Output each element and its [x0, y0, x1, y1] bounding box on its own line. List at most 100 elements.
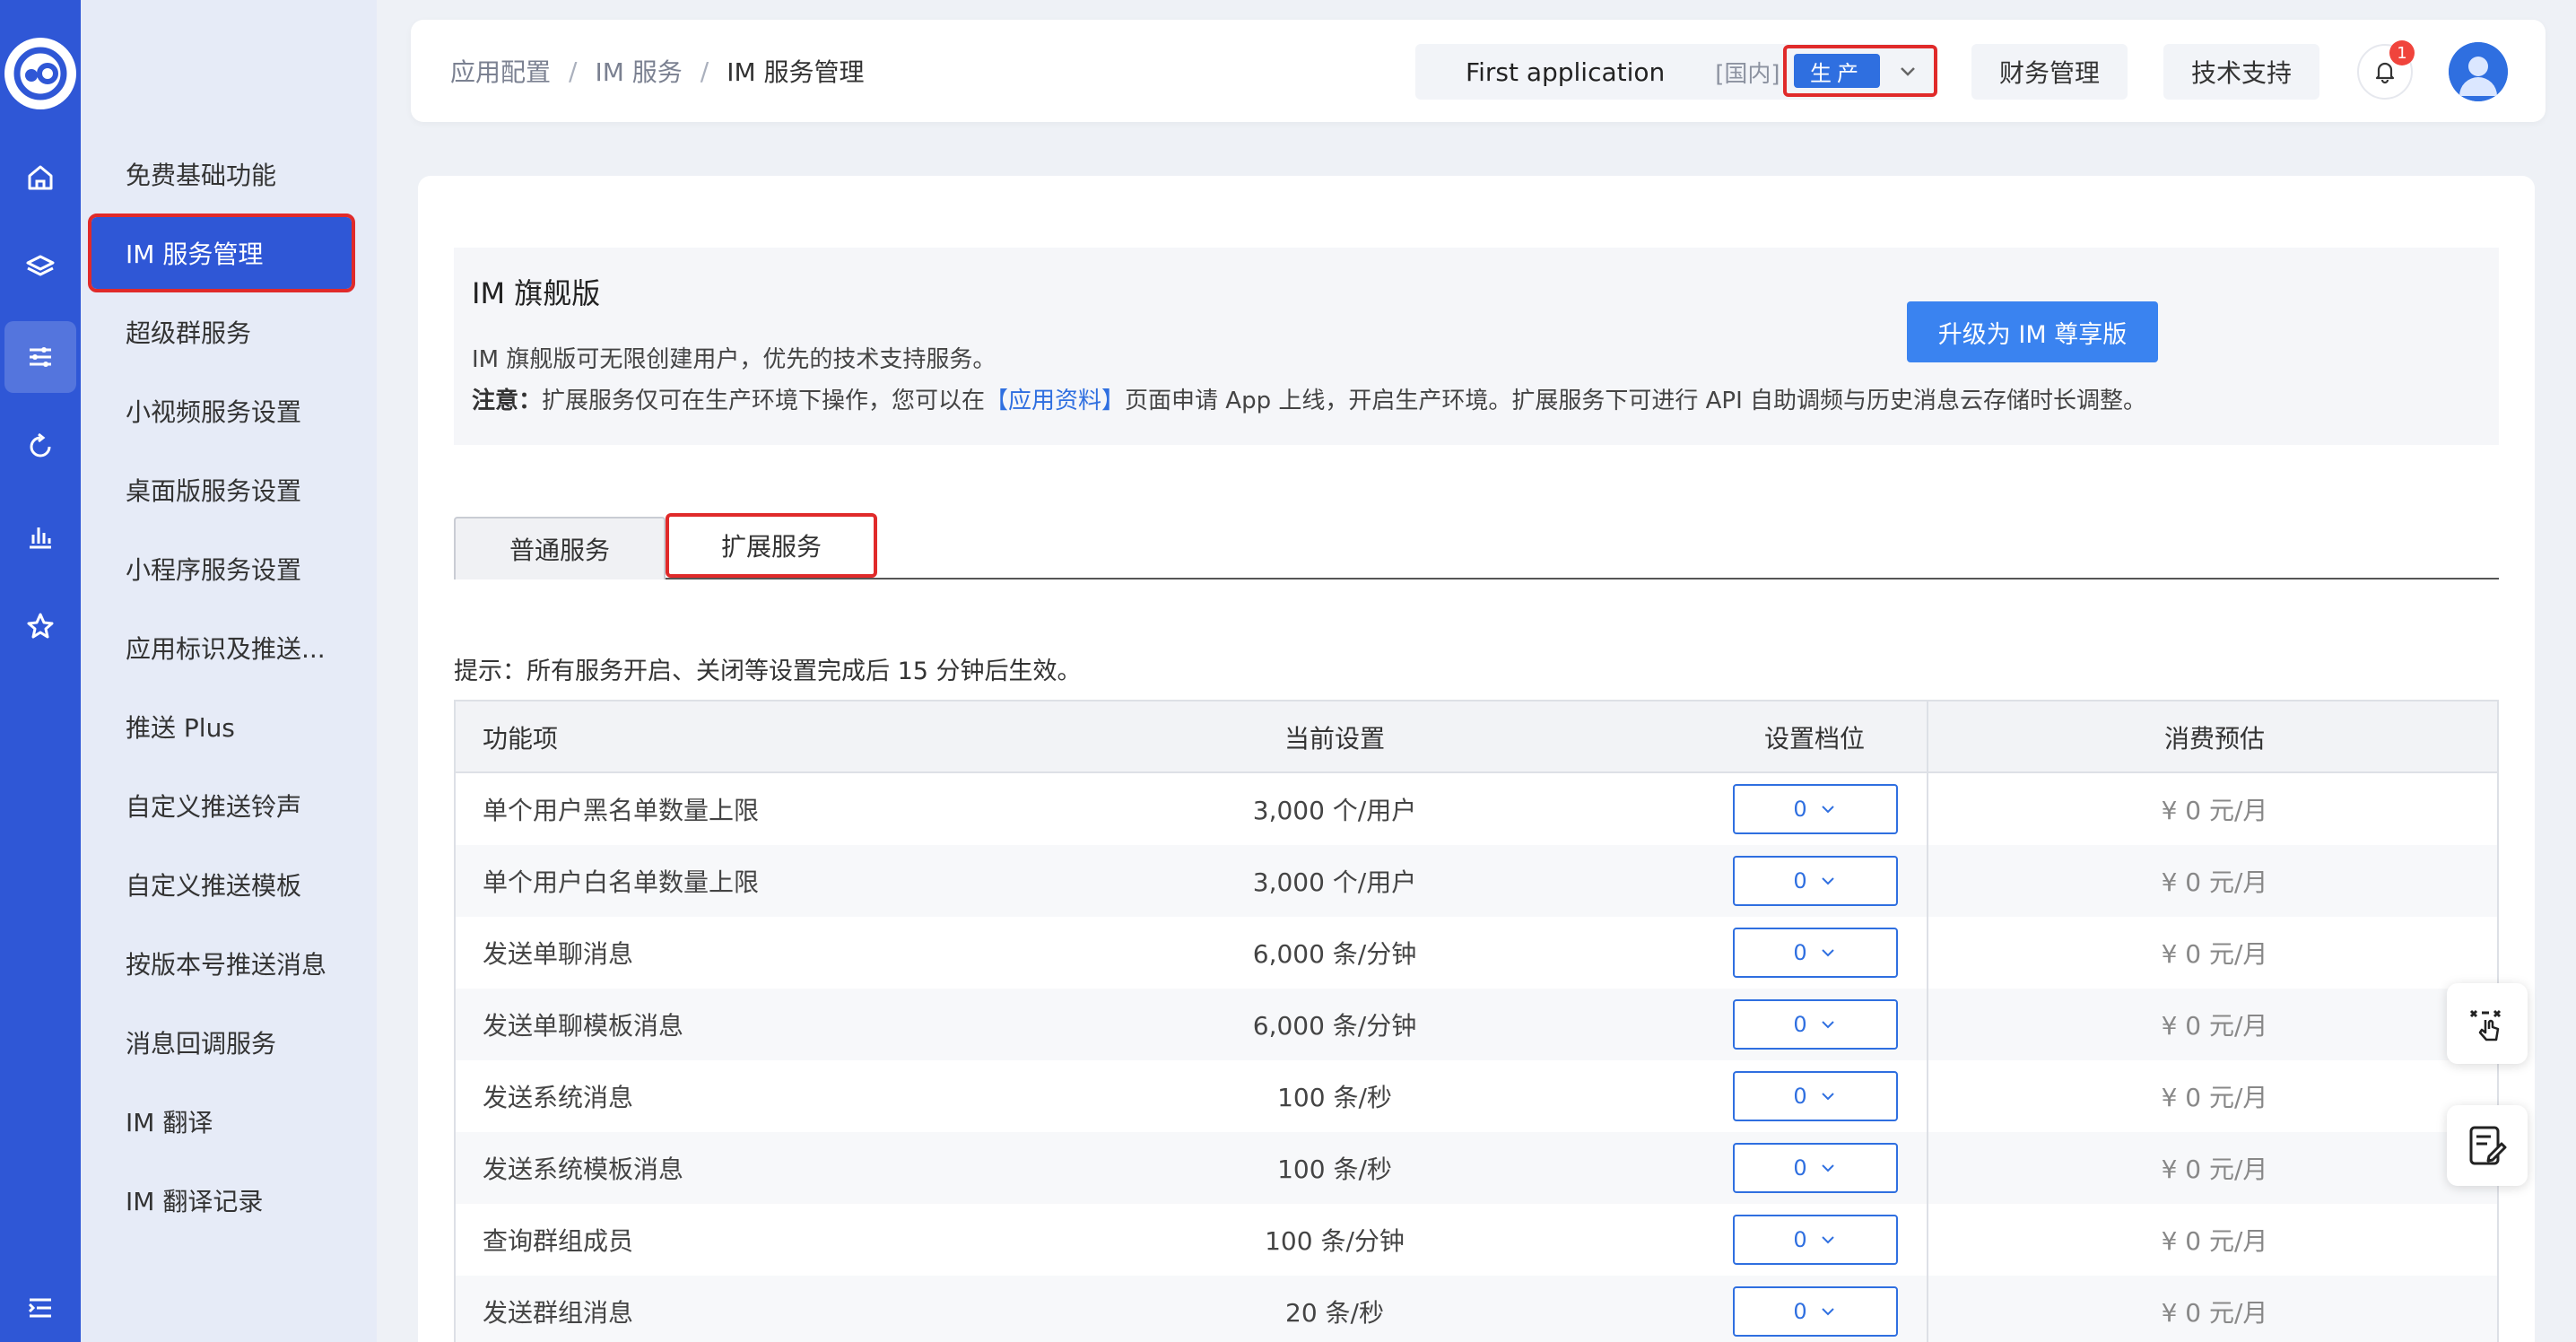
sidebar-item[interactable]: 推送 Plus	[91, 691, 352, 762]
edit-note-icon	[2469, 1126, 2507, 1165]
app-logo[interactable]	[4, 38, 76, 109]
table-header: 功能项 当前设置 设置档位 消费预估	[456, 702, 2497, 773]
table-row: 单个用户黑名单数量上限 3,000 个/用户 0 ¥ 0 元/月	[456, 773, 2497, 845]
feature-cell: 发送单聊模板消息	[483, 1011, 684, 1041]
notifications-button[interactable]: 1	[2357, 40, 2415, 100]
table-row: 发送系统模板消息 100 条/秒 0 ¥ 0 元/月	[456, 1132, 2497, 1204]
chevron-down-icon	[1821, 1093, 1834, 1101]
feature-cell: 发送系统消息	[483, 1083, 634, 1112]
chevron-down-icon	[1821, 1308, 1834, 1316]
table-row: 发送系统消息 100 条/秒 0 ¥ 0 元/月	[456, 1060, 2497, 1132]
cost-estimate-cell: ¥ 0 元/月	[2161, 1298, 2268, 1328]
chevron-down-icon	[1901, 67, 1915, 76]
notes-button[interactable]	[2447, 1105, 2528, 1186]
sidebar-item[interactable]: 自定义推送铃声	[91, 770, 352, 841]
sidebar-item[interactable]: 按版本号推送消息	[91, 928, 352, 999]
chart-icon[interactable]	[0, 501, 81, 572]
sidebar-item[interactable]: 消息回调服务	[91, 1006, 352, 1078]
tier-select[interactable]: 0	[1733, 928, 1898, 978]
cost-estimate-cell: ¥ 0 元/月	[2161, 1155, 2268, 1184]
user-avatar-icon	[2449, 42, 2508, 101]
current-setting-cell: 100 条/分钟	[1265, 1226, 1405, 1256]
chevron-down-icon	[1821, 806, 1834, 814]
tier-select[interactable]: 0	[1733, 856, 1898, 906]
menu-collapse-icon[interactable]	[0, 1272, 81, 1342]
current-setting-cell: 20 条/秒	[1285, 1298, 1384, 1328]
breadcrumb-separator: /	[700, 56, 709, 86]
main-content: IM 旗舰版 IM 旗舰版可无限创建用户，优先的技术支持服务。 注意：扩展服务仅…	[418, 176, 2535, 1342]
feature-cell: 查询群组成员	[483, 1226, 634, 1256]
sidebar-item[interactable]: 超级群服务	[91, 296, 352, 368]
environment-select[interactable]: 生产	[1783, 45, 1937, 97]
tier-value: 0	[1793, 868, 1807, 893]
table-row: 发送单聊消息 6,000 条/分钟 0 ¥ 0 元/月	[456, 917, 2497, 989]
tier-select[interactable]: 0	[1733, 784, 1898, 834]
tier-value: 0	[1793, 1084, 1807, 1109]
star-icon[interactable]	[0, 590, 81, 662]
current-setting-cell: 6,000 条/分钟	[1252, 1011, 1417, 1041]
sidebar-item[interactable]: 小视频服务设置	[91, 375, 352, 447]
service-sidebar: 免费基础功能 IM 服务管理 超级群服务 小视频服务设置 桌面版服务设置 小程序服务设置应…	[81, 0, 377, 1342]
sidebar-item[interactable]: IM 翻译	[91, 1085, 352, 1157]
region-label: [国内]	[1715, 60, 1780, 88]
sidebar-item[interactable]: 应用标识及推送...	[91, 612, 352, 684]
plan-banner: IM 旗舰版 IM 旗舰版可无限创建用户，优先的技术支持服务。 注意：扩展服务仅…	[454, 248, 2499, 445]
chevron-down-icon	[1821, 877, 1834, 885]
breadcrumb: 应用配置 / IM 服务 / IM 服务管理	[450, 20, 865, 122]
upgrade-button[interactable]: 升级为 IM 尊享版	[1907, 301, 2158, 362]
breadcrumb-item[interactable]: IM 服务	[595, 53, 682, 89]
settings-sliders-icon[interactable]	[4, 321, 76, 393]
layers-icon[interactable]	[0, 231, 81, 303]
refresh-icon[interactable]	[0, 411, 81, 483]
column-header: 功能项	[483, 724, 559, 754]
avatar[interactable]	[2449, 42, 2508, 101]
chevron-down-icon	[1821, 949, 1834, 957]
cost-estimate-cell: ¥ 0 元/月	[2161, 867, 2268, 897]
plan-title: IM 旗舰版	[472, 276, 601, 310]
sidebar-item[interactable]: 免费基础功能	[91, 138, 352, 210]
sidebar-item-active[interactable]: IM 服务管理	[88, 214, 355, 292]
tier-value: 0	[1793, 940, 1807, 965]
app-name: First application	[1466, 57, 1666, 87]
tier-select[interactable]: 0	[1733, 1286, 1898, 1337]
breadcrumb-separator: /	[569, 56, 578, 86]
tier-value: 0	[1793, 1299, 1807, 1324]
feature-cell: 单个用户白名单数量上限	[483, 867, 760, 897]
cost-estimate-cell: ¥ 0 元/月	[2161, 1083, 2268, 1112]
tip-text: 提示：所有服务开启、关闭等设置完成后 15 分钟后生效。	[454, 658, 1082, 685]
tab-extended-services[interactable]: 扩展服务	[666, 513, 877, 578]
app-info-link[interactable]: 【应用资料】	[985, 388, 1125, 414]
breadcrumb-current: IM 服务管理	[727, 57, 865, 87]
column-header: 设置档位	[1763, 724, 1865, 754]
logo-icon	[13, 47, 67, 100]
tier-select[interactable]: 0	[1733, 1071, 1898, 1121]
chevron-down-icon	[1821, 1236, 1834, 1244]
note-text: 页面申请 App 上线，开启生产环境。扩展服务下可进行 API 自助调频与历史消…	[1125, 388, 2147, 414]
icon-rail	[0, 0, 81, 1342]
tier-select[interactable]: 0	[1733, 1143, 1898, 1193]
current-setting-cell: 3,000 个/用户	[1252, 867, 1417, 897]
tier-value: 0	[1793, 1155, 1807, 1181]
sidebar-item[interactable]: 桌面版服务设置	[91, 454, 352, 526]
finance-button[interactable]: 财务管理	[1971, 44, 2128, 100]
current-setting-cell: 100 条/秒	[1277, 1083, 1392, 1112]
sidebar-item[interactable]: IM 翻译记录	[91, 1164, 352, 1236]
chevron-down-icon	[1821, 1021, 1834, 1029]
home-icon[interactable]	[0, 142, 81, 214]
tier-select[interactable]: 0	[1733, 1215, 1898, 1265]
tier-value: 0	[1793, 1012, 1807, 1037]
tier-select[interactable]: 0	[1733, 999, 1898, 1050]
tab-basic-services[interactable]: 普通服务	[454, 517, 666, 580]
feedback-button[interactable]	[2447, 983, 2528, 1064]
top-header: 应用配置 / IM 服务 / IM 服务管理 First application…	[411, 20, 2546, 122]
cost-estimate-cell: ¥ 0 元/月	[2161, 1011, 2268, 1041]
environment-badge: 生产	[1794, 54, 1880, 88]
sidebar-item[interactable]: 自定义推送模板	[91, 849, 352, 920]
support-button[interactable]: 技术支持	[2163, 44, 2319, 100]
breadcrumb-item[interactable]: 应用配置	[450, 53, 551, 89]
feature-cell: 单个用户黑名单数量上限	[483, 796, 760, 825]
sidebar-item[interactable]: 小程序服务设置	[91, 533, 352, 605]
chevron-down-icon	[1821, 1164, 1834, 1172]
table-row: 发送单聊模板消息 6,000 条/分钟 0 ¥ 0 元/月	[456, 989, 2497, 1060]
notification-badge: 1	[2389, 40, 2415, 65]
